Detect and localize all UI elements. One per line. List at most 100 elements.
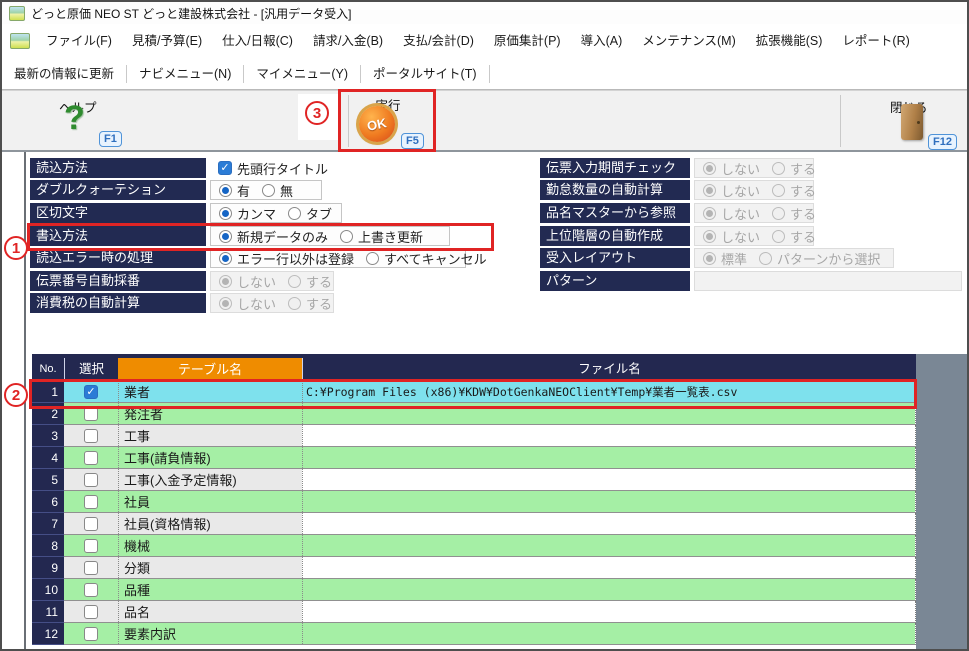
table-row[interactable]: 9 分類	[32, 557, 916, 579]
annotation-circle-3: 3	[305, 101, 329, 125]
option-label: 先頭行タイトル	[237, 159, 328, 178]
menu-billing-deposit[interactable]: 請求/入金(B)	[303, 24, 393, 58]
close-door-icon[interactable]	[901, 104, 923, 140]
option-label: 上書き更新	[358, 227, 423, 246]
delimiter-tab-radio[interactable]	[288, 207, 301, 220]
help-icon[interactable]: ?	[64, 99, 85, 138]
table-name-cell[interactable]: 工事	[118, 425, 302, 446]
menu-cost-totals[interactable]: 原価集計(P)	[484, 24, 571, 58]
table-name-cell[interactable]: 発注者	[118, 403, 302, 424]
row-select-checkbox[interactable]	[84, 473, 98, 487]
table-row[interactable]: 8 機械	[32, 535, 916, 557]
file-name-cell[interactable]	[302, 425, 915, 446]
table-row[interactable]: 11 品名	[32, 601, 916, 623]
file-name-cell[interactable]	[302, 623, 915, 644]
row-select-checkbox[interactable]: ✓	[84, 385, 98, 399]
help-fkey-badge: F1	[99, 131, 122, 147]
table-row[interactable]: 5 工事(入金予定情報)	[32, 469, 916, 491]
table-name-cell[interactable]: 要素内訳	[118, 623, 302, 644]
file-name-cell[interactable]	[302, 601, 915, 622]
navi-menu-button[interactable]: ナビメニュー(N)	[127, 58, 243, 90]
field-label: 伝票番号自動採番	[30, 271, 206, 291]
menu-maintenance[interactable]: メンテナンス(M)	[632, 24, 746, 58]
menu-purchase-daily[interactable]: 仕入/日報(C)	[212, 24, 303, 58]
file-name-cell[interactable]	[302, 513, 915, 534]
row-select-checkbox[interactable]	[84, 539, 98, 553]
quotation-no-radio[interactable]	[262, 184, 275, 197]
write-overwrite-radio[interactable]	[340, 230, 353, 243]
file-name-cell[interactable]	[302, 535, 915, 556]
form-row-auto-slip-number: 伝票番号自動採番 しない する	[30, 271, 334, 291]
portal-site-button[interactable]: ポータルサイト(T)	[361, 58, 488, 90]
table-name-cell[interactable]: 社員	[118, 491, 302, 512]
table-row[interactable]: 7 社員(資格情報)	[32, 513, 916, 535]
row-select-checkbox[interactable]	[84, 605, 98, 619]
window-title: どっと原価 NEO ST どっと建設株式会社 - [汎用データ受入]	[31, 5, 351, 22]
table-name-cell[interactable]: 工事(請負情報)	[118, 447, 302, 468]
menu-setup[interactable]: 導入(A)	[571, 24, 633, 58]
table-name-cell[interactable]: 分類	[118, 557, 302, 578]
field-label: 読込方法	[30, 158, 206, 178]
error-register-others-radio[interactable]	[219, 252, 232, 265]
field-label: 区切文字	[30, 203, 206, 223]
annotation-circle-1: 1	[4, 236, 28, 260]
file-name-cell[interactable]: C:¥Program Files (x86)¥KDW¥DotGenkaNEOCl…	[302, 381, 915, 402]
form-row-double-quotation: ダブルクォーテション 有 無	[30, 180, 322, 200]
table-row[interactable]: 12 要素内訳	[32, 623, 916, 645]
app-menu-icon[interactable]	[10, 33, 30, 49]
row-select-checkbox[interactable]	[84, 429, 98, 443]
row-select-checkbox[interactable]	[84, 517, 98, 531]
option-label: する	[790, 159, 816, 178]
quotation-yes-radio[interactable]	[219, 184, 232, 197]
file-name-cell[interactable]	[302, 469, 915, 490]
table-row[interactable]: 2 発注者	[32, 403, 916, 425]
table-row[interactable]: 10 品種	[32, 579, 916, 601]
write-new-only-radio[interactable]	[219, 230, 232, 243]
table-row[interactable]: 6 社員	[32, 491, 916, 513]
file-name-cell[interactable]	[302, 491, 915, 512]
table-name-cell[interactable]: 品種	[118, 579, 302, 600]
row-number: 7	[32, 513, 64, 535]
first-row-title-checkbox[interactable]: ✓	[218, 161, 232, 175]
table-row[interactable]: 4 工事(請負情報)	[32, 447, 916, 469]
field-label: 受入レイアウト	[540, 248, 690, 268]
field-label: パターン	[540, 271, 690, 291]
row-select-checkbox[interactable]	[84, 561, 98, 575]
separator	[840, 95, 841, 147]
file-name-cell[interactable]	[302, 579, 915, 600]
error-cancel-all-radio[interactable]	[366, 252, 379, 265]
file-name-cell[interactable]	[302, 447, 915, 468]
form-row-item-master-ref: 品名マスターから参照 しない する	[540, 203, 814, 223]
option-label: 無	[280, 181, 293, 200]
table-row[interactable]: 1 ✓ 業者 C:¥Program Files (x86)¥KDW¥DotGen…	[32, 381, 916, 403]
file-name-cell[interactable]	[302, 403, 915, 424]
table-name-cell[interactable]: 品名	[118, 601, 302, 622]
table-name-cell[interactable]: 社員(資格情報)	[118, 513, 302, 534]
execute-ok-icon[interactable]: OK	[359, 106, 395, 142]
refresh-latest-button[interactable]: 最新の情報に更新	[2, 58, 126, 90]
row-select-checkbox[interactable]	[84, 407, 98, 421]
table-name-cell[interactable]: 機械	[118, 535, 302, 556]
delimiter-comma-radio[interactable]	[219, 207, 232, 220]
row-select-checkbox[interactable]	[84, 627, 98, 641]
row-select-checkbox[interactable]	[84, 495, 98, 509]
table-name-cell[interactable]: 工事(入金予定情報)	[118, 469, 302, 490]
row-select-checkbox[interactable]	[84, 583, 98, 597]
menu-extensions[interactable]: 拡張機能(S)	[746, 24, 833, 58]
form-row-auto-tax: 消費税の自動計算 しない する	[30, 293, 334, 313]
item-master-no-radio	[703, 207, 716, 220]
menu-file[interactable]: ファイル(F)	[36, 24, 122, 58]
option-label: する	[306, 294, 332, 313]
row-select-checkbox[interactable]	[84, 451, 98, 465]
menu-report[interactable]: レポート(R)	[832, 24, 919, 58]
menu-estimate-budget[interactable]: 見積/予算(E)	[122, 24, 212, 58]
row-number: 8	[32, 535, 64, 557]
table-right-gutter	[916, 354, 969, 649]
my-menu-button[interactable]: マイメニュー(Y)	[244, 58, 360, 90]
table-row[interactable]: 3 工事	[32, 425, 916, 447]
menu-payment-accounting[interactable]: 支払/会計(D)	[393, 24, 484, 58]
option-label: する	[790, 227, 816, 246]
row-number: 1	[32, 381, 64, 403]
file-name-cell[interactable]	[302, 557, 915, 578]
table-name-cell[interactable]: 業者	[118, 381, 302, 402]
